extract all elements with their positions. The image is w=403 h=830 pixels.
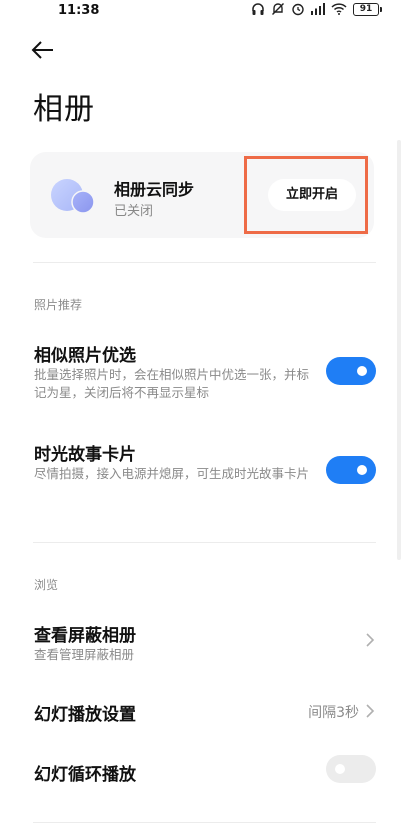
setting-title: 幻灯播放设置 bbox=[34, 705, 136, 725]
cloud-sync-status: 已关闭 bbox=[114, 204, 154, 219]
setting-description: 查看管理屏蔽相册 bbox=[34, 647, 135, 662]
status-time: 11:38 bbox=[58, 3, 100, 18]
mute-bell-icon bbox=[272, 3, 284, 15]
cloud-album-icon bbox=[51, 179, 94, 214]
setting-title: 相似照片优选 bbox=[34, 346, 136, 366]
scrollbar[interactable] bbox=[397, 140, 401, 560]
back-button[interactable] bbox=[30, 38, 60, 64]
toggle-knob bbox=[335, 764, 345, 774]
story-cards-toggle[interactable] bbox=[326, 456, 376, 484]
chevron-right-icon bbox=[366, 633, 375, 647]
setting-description: 尽情拍摄，接入电源并熄屏，可生成时光故事卡片 bbox=[34, 466, 310, 481]
divider bbox=[33, 822, 376, 823]
status-icons: 91 bbox=[251, 2, 382, 16]
signal-icon bbox=[311, 3, 325, 15]
wifi-icon bbox=[331, 3, 347, 15]
slideshow-interval-value: 间隔3秒 bbox=[308, 705, 359, 721]
chevron-right-icon bbox=[366, 704, 375, 718]
toggle-knob bbox=[357, 465, 367, 475]
setting-description: 批量选择照片时，会在相似照片中优选一张，并标记为星，关闭后将不再显示星标 bbox=[34, 367, 310, 400]
cloud-sync-card: 相册云同步 已关闭 立即开启 bbox=[30, 152, 374, 238]
headphones-icon bbox=[252, 3, 264, 15]
divider bbox=[33, 542, 376, 543]
setting-title: 查看屏蔽相册 bbox=[34, 626, 136, 646]
divider bbox=[33, 262, 376, 263]
status-bar: 11:38 91 bbox=[0, 0, 403, 24]
alarm-icon bbox=[292, 3, 304, 16]
page-title: 相册 bbox=[33, 92, 95, 127]
battery-icon: 91 bbox=[353, 2, 382, 16]
setting-title: 时光故事卡片 bbox=[34, 445, 136, 465]
cloud-sync-title: 相册云同步 bbox=[114, 180, 195, 199]
section-label-photo-recommend: 照片推荐 bbox=[34, 298, 83, 312]
section-label-browse: 浏览 bbox=[34, 578, 59, 592]
enable-now-button[interactable]: 立即开启 bbox=[268, 179, 356, 211]
toggle-knob bbox=[357, 366, 367, 376]
slideshow-loop-toggle[interactable] bbox=[326, 755, 376, 783]
back-arrow-icon bbox=[31, 41, 53, 59]
similar-photos-toggle[interactable] bbox=[326, 357, 376, 385]
setting-title: 幻灯循环播放 bbox=[34, 765, 136, 785]
